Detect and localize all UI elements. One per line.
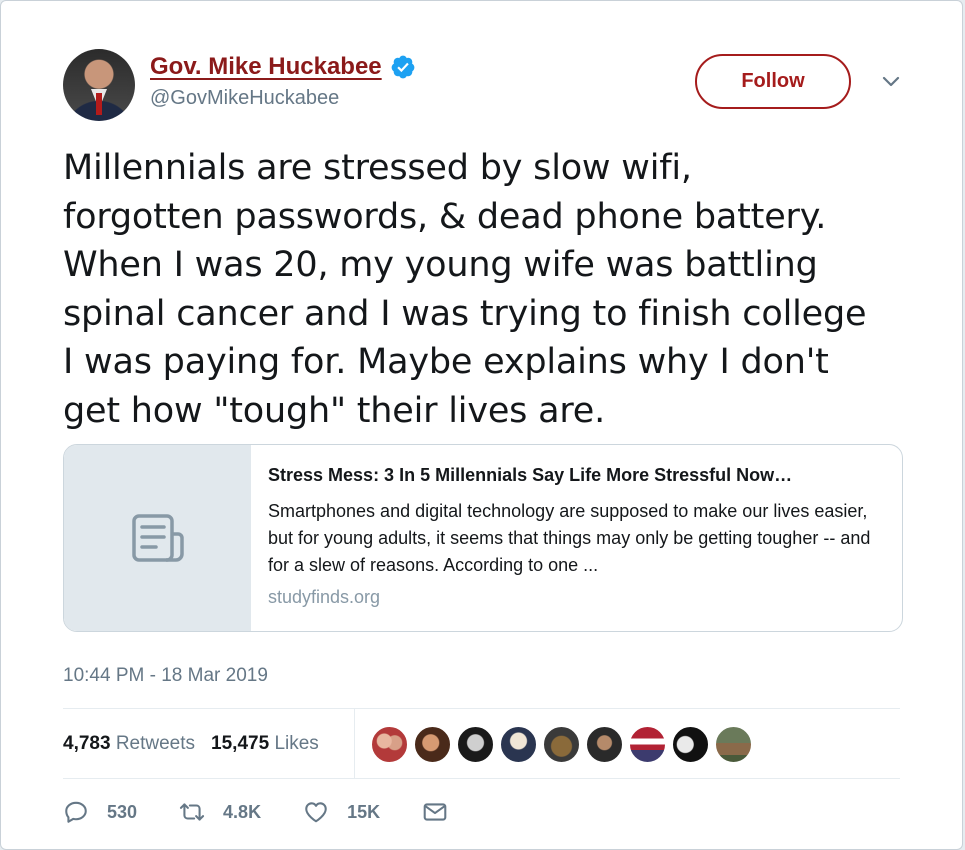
liker-avatar[interactable] (543, 726, 580, 763)
card-domain: studyfinds.org (268, 587, 381, 607)
tweet-stats: 4,783 Retweets 15,475 Likes (63, 721, 335, 767)
liker-avatar[interactable] (500, 726, 537, 763)
card-body: Stress Mess: 3 In 5 Millennials Say Life… (268, 465, 884, 608)
avatar[interactable] (63, 49, 135, 121)
retweets-label: Retweets (115, 733, 196, 754)
liker-avatar[interactable] (586, 726, 623, 763)
like-icon (305, 802, 327, 823)
retweet-count: 4.8K (223, 801, 262, 822)
name-row: Gov. Mike Huckabee (150, 53, 416, 81)
liker-avatar[interactable] (457, 726, 494, 763)
liker-avatar[interactable] (414, 726, 451, 763)
card-thumbnail (64, 445, 251, 631)
like-count: 15K (347, 801, 381, 822)
tweet-text: Millennials are stressed by slow wifi, f… (63, 148, 867, 431)
tweet-actions: 530 4.8K 15K (63, 799, 490, 825)
dm-icon (423, 803, 447, 821)
likers-facepile (371, 726, 752, 763)
tweet-timestamp[interactable]: 10:44 PM - 18 Mar 2019 (63, 665, 268, 687)
author-name[interactable]: Gov. Mike Huckabee (150, 53, 382, 81)
like-button[interactable]: 15K (303, 799, 380, 825)
liker-avatar[interactable] (629, 726, 666, 763)
stats-separator (354, 709, 355, 778)
reply-icon (65, 801, 87, 823)
retweets-stat[interactable]: 4,783 Retweets (63, 733, 195, 755)
likes-count: 15,475 (211, 733, 270, 754)
liker-avatar[interactable] (371, 726, 408, 763)
liker-avatar[interactable] (672, 726, 709, 763)
tweet-container: Gov. Mike Huckabee @GovMikeHuckabee Foll… (0, 0, 963, 850)
author-block: Gov. Mike Huckabee @GovMikeHuckabee (150, 53, 416, 110)
avatar-tie (96, 93, 102, 115)
direct-message-button[interactable] (422, 799, 448, 825)
likes-stat[interactable]: 15,475 Likes (211, 733, 319, 755)
follow-button[interactable]: Follow (695, 54, 851, 109)
reply-button[interactable]: 530 (63, 799, 137, 825)
article-icon (131, 514, 184, 562)
author-handle[interactable]: @GovMikeHuckabee (150, 87, 416, 110)
card-description: Smartphones and digital technology are s… (268, 501, 871, 575)
reply-count: 530 (107, 801, 138, 822)
divider-bottom (63, 778, 900, 779)
liker-avatar[interactable] (715, 726, 752, 763)
chevron-down-icon[interactable] (879, 69, 903, 93)
retweets-count: 4,783 (63, 733, 111, 754)
divider-top (63, 708, 900, 709)
card-title: Stress Mess: 3 In 5 Millennials Say Life… (268, 465, 793, 485)
link-card[interactable]: Stress Mess: 3 In 5 Millennials Say Life… (63, 444, 903, 632)
likes-label: Likes (274, 733, 319, 754)
retweet-icon (179, 803, 205, 821)
retweet-button[interactable]: 4.8K (179, 799, 261, 825)
tweet-header: Gov. Mike Huckabee @GovMikeHuckabee Foll… (63, 49, 900, 123)
verified-icon (391, 55, 415, 79)
